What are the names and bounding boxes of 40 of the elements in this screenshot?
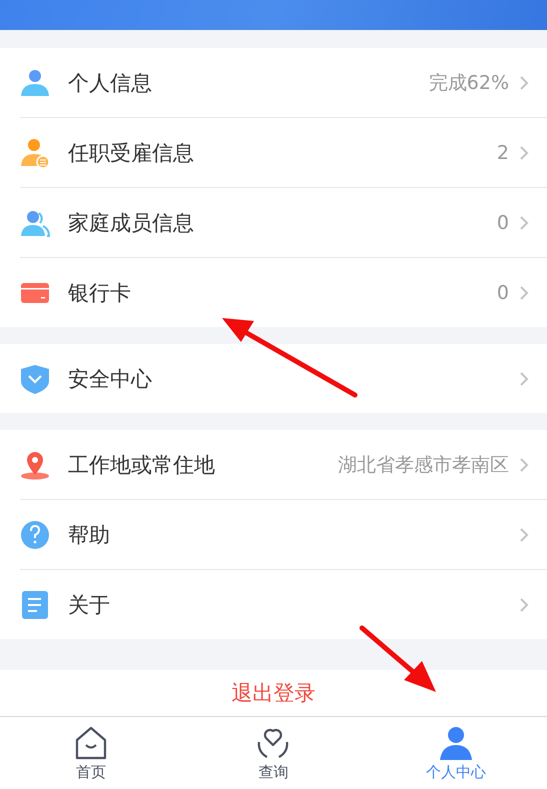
menu-item[interactable]: 家庭成员信息 0 — [20, 188, 547, 258]
menu-value: 完成62% — [428, 70, 509, 96]
tab[interactable]: 个人中心 — [364, 717, 547, 789]
chevron-icon — [519, 526, 529, 542]
menu-item[interactable]: 安全中心 — [20, 344, 547, 413]
menu-item[interactable]: 关于 — [20, 570, 547, 639]
person-icon — [20, 68, 50, 98]
chevron-icon — [519, 214, 529, 230]
person-icon — [438, 724, 474, 760]
help-icon — [20, 520, 50, 550]
location-pin-icon — [20, 450, 50, 480]
chevron-icon — [519, 284, 529, 300]
menu-item[interactable]: 工作地或常住地 湖北省孝感市孝南区 — [20, 430, 547, 500]
menu-label: 关于 — [68, 592, 111, 618]
menu-label: 工作地或常住地 — [68, 452, 216, 478]
shield-icon — [20, 364, 50, 394]
menu-label: 个人信息 — [68, 70, 153, 96]
menu-value: 湖北省孝感市孝南区 — [338, 452, 509, 478]
menu-item[interactable]: 帮助 — [20, 500, 547, 570]
menu-item[interactable]: 银行卡 0 — [20, 258, 547, 327]
menu-item[interactable]: 个人信息 完成62% — [20, 48, 547, 118]
chevron-icon — [519, 456, 529, 472]
logout-button[interactable]: 退出登录 — [212, 675, 336, 711]
chevron-icon — [519, 144, 529, 160]
tab[interactable]: 首页 — [0, 717, 182, 789]
menu-label: 帮助 — [68, 522, 111, 548]
menu-value: 2 — [496, 142, 509, 164]
tab[interactable]: 查询 — [182, 717, 365, 789]
chevron-icon — [519, 74, 529, 90]
menu-value: 0 — [496, 212, 509, 234]
menu-label: 银行卡 — [68, 280, 132, 306]
menu-label: 家庭成员信息 — [68, 210, 195, 236]
chevron-icon — [519, 596, 529, 612]
menu-label: 任职受雇信息 — [68, 140, 195, 166]
menu-item[interactable]: 任职受雇信息 2 — [20, 118, 547, 188]
chevron-icon — [519, 370, 529, 386]
person-badge-icon — [20, 138, 50, 168]
menu-value: 0 — [496, 282, 509, 304]
document-icon — [20, 590, 50, 620]
menu-label: 安全中心 — [68, 366, 153, 392]
